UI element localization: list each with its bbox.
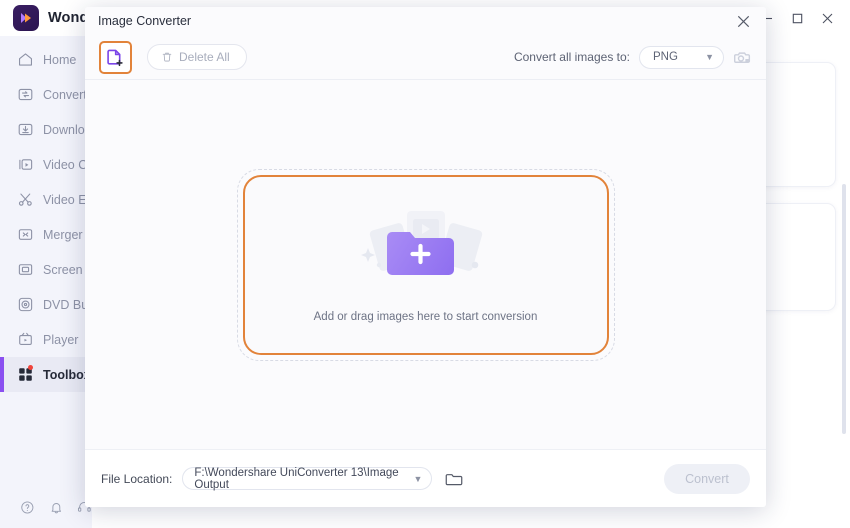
delete-all-button[interactable]: Delete All (147, 44, 247, 70)
convert-format-group: Convert all images to: PNG ▼ (513, 45, 752, 69)
close-icon[interactable] (732, 10, 754, 32)
dialog-footer: File Location: F:\Wondershare UniConvert… (85, 449, 766, 507)
sidebar: Home Converter Downloader Video Video Ed… (0, 36, 146, 528)
player-icon (19, 332, 32, 345)
bell-icon[interactable] (49, 500, 64, 515)
sidebar-item-video-editor[interactable]: Video Editor (0, 182, 111, 217)
dvd-burner-icon (18, 297, 33, 312)
sidebar-item-merger[interactable]: Merger (0, 217, 92, 252)
wondershare-logo-icon (13, 5, 39, 31)
add-file-icon (107, 49, 123, 66)
sidebar-item-label: Player (43, 332, 79, 347)
dropzone[interactable]: Add or drag images here to start convers… (242, 174, 609, 355)
sidebar-item-downloader[interactable]: Downloader (0, 112, 110, 147)
dropzone-outline: Add or drag images here to start convers… (236, 168, 615, 361)
screen-recorder-icon (18, 264, 33, 275)
format-select[interactable]: PNG ▼ (639, 45, 724, 69)
file-location-select[interactable]: F:\Wondershare UniConverter 13\Image Out… (182, 466, 433, 491)
sidebar-nav: Home Converter Downloader Video Video Ed… (0, 42, 146, 486)
sidebar-item-toolbox[interactable]: Toolbox (0, 357, 92, 392)
format-select-value: PNG (653, 51, 678, 63)
file-location-label: File Location: (101, 471, 173, 486)
sidebar-item-screen-recorder[interactable]: Screen Recorder (0, 252, 138, 287)
sidebar-item-home[interactable]: Home (0, 42, 92, 77)
sidebar-item-player[interactable]: Player (0, 322, 92, 357)
camera-settings-icon[interactable] (733, 48, 752, 67)
convert-all-label: Convert all images to: (513, 50, 630, 64)
sidebar-footer (0, 486, 92, 528)
convert-button[interactable]: Convert (664, 463, 750, 494)
video-compressor-icon (19, 159, 33, 170)
folder-plus-icon (351, 202, 501, 294)
chevron-down-icon: ▼ (705, 52, 714, 62)
image-converter-dialog: Image Converter Delete All Convert all i… (85, 7, 766, 507)
dialog-body: Add or drag images here to start convers… (85, 80, 766, 449)
sidebar-item-label: Home (43, 52, 77, 67)
convert-button-label: Convert (685, 471, 729, 486)
dialog-toolbar: Delete All Convert all images to: PNG ▼ (85, 35, 766, 80)
help-icon[interactable] (20, 500, 35, 515)
download-icon (18, 123, 33, 136)
dialog-title: Image Converter (98, 14, 192, 28)
sidebar-item-label: Toolbox (43, 367, 91, 382)
dialog-header: Image Converter (85, 7, 766, 35)
file-location-value: F:\Wondershare UniConverter 13\Image Out… (194, 466, 399, 491)
merger-icon (18, 229, 33, 240)
dropzone-text: Add or drag images here to start convers… (313, 311, 538, 323)
folder-icon[interactable] (445, 470, 463, 488)
close-icon[interactable] (812, 0, 842, 36)
scissors-icon (18, 193, 32, 206)
converter-icon (18, 88, 33, 101)
add-file-button[interactable] (99, 40, 132, 74)
sidebar-item-video-compressor[interactable]: Video Compressor (0, 147, 146, 182)
sidebar-item-converter[interactable]: Converter (0, 77, 98, 112)
trash-icon (162, 52, 172, 62)
content-scrollbar[interactable] (842, 184, 846, 434)
sidebar-item-label: Merger (43, 227, 83, 242)
chevron-down-icon: ▼ (413, 473, 423, 484)
sidebar-item-dvd-burner[interactable]: DVD Burner (0, 287, 110, 322)
app-root: Wondershare (0, 0, 850, 528)
delete-all-label: Delete All (179, 50, 230, 64)
home-icon (18, 53, 33, 66)
maximize-icon[interactable] (782, 0, 812, 36)
notification-badge (28, 365, 33, 370)
